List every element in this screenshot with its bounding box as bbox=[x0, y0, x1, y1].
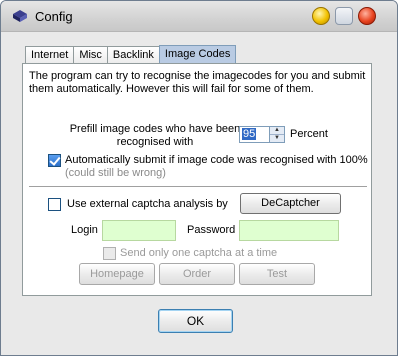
image-codes-panel: The program can try to recognise the ima… bbox=[22, 63, 372, 296]
spin-down-icon[interactable]: ▼ bbox=[270, 135, 284, 142]
one-captcha-checkbox[interactable] bbox=[103, 247, 116, 260]
intro-text: The program can try to recognise the ima… bbox=[29, 70, 366, 95]
config-window: Config Internet Misc Backlink Image Code… bbox=[0, 0, 398, 356]
app-icon bbox=[13, 10, 27, 22]
homepage-button[interactable]: Homepage bbox=[79, 263, 155, 285]
login-input[interactable] bbox=[102, 220, 176, 241]
window-title: Config bbox=[35, 9, 73, 24]
tab-backlink[interactable]: Backlink bbox=[106, 46, 160, 63]
section-divider bbox=[29, 186, 367, 188]
ok-button[interactable]: OK bbox=[158, 309, 233, 333]
title-bar[interactable]: Config bbox=[1, 1, 397, 32]
tab-image-codes[interactable]: Image Codes bbox=[158, 45, 237, 64]
spin-up-icon[interactable]: ▲ bbox=[270, 127, 284, 135]
tab-internet[interactable]: Internet bbox=[25, 46, 75, 63]
autosubmit-checkbox[interactable] bbox=[48, 154, 61, 167]
close-button[interactable] bbox=[358, 7, 376, 25]
decaptcher-button[interactable]: DeCaptcher bbox=[240, 193, 341, 214]
percent-label: Percent bbox=[290, 128, 328, 140]
prefill-percent-input[interactable]: 95 bbox=[239, 126, 270, 143]
autosubmit-label: Automatically submit if image code was r… bbox=[65, 154, 368, 166]
prefill-percent-value: 95 bbox=[242, 128, 257, 140]
tab-strip: Internet Misc Backlink Image Codes bbox=[25, 45, 237, 64]
order-button[interactable]: Order bbox=[159, 263, 235, 285]
password-input[interactable] bbox=[239, 220, 339, 241]
maximize-button[interactable] bbox=[335, 7, 353, 25]
minimize-button[interactable] bbox=[312, 7, 330, 25]
one-captcha-label: Send only one captcha at a time bbox=[120, 247, 278, 259]
prefill-percent-spinner[interactable]: ▲ ▼ bbox=[269, 126, 285, 143]
tab-misc[interactable]: Misc bbox=[73, 46, 108, 63]
external-captcha-label: Use external captcha analysis by bbox=[67, 198, 228, 210]
prefill-label: Prefill image codes who have been recogn… bbox=[69, 123, 241, 148]
autosubmit-note: (could still be wrong) bbox=[65, 167, 166, 179]
login-label: Login bbox=[71, 224, 98, 236]
password-label: Password bbox=[187, 224, 236, 236]
test-button[interactable]: Test bbox=[239, 263, 315, 285]
external-captcha-checkbox[interactable] bbox=[48, 198, 61, 211]
